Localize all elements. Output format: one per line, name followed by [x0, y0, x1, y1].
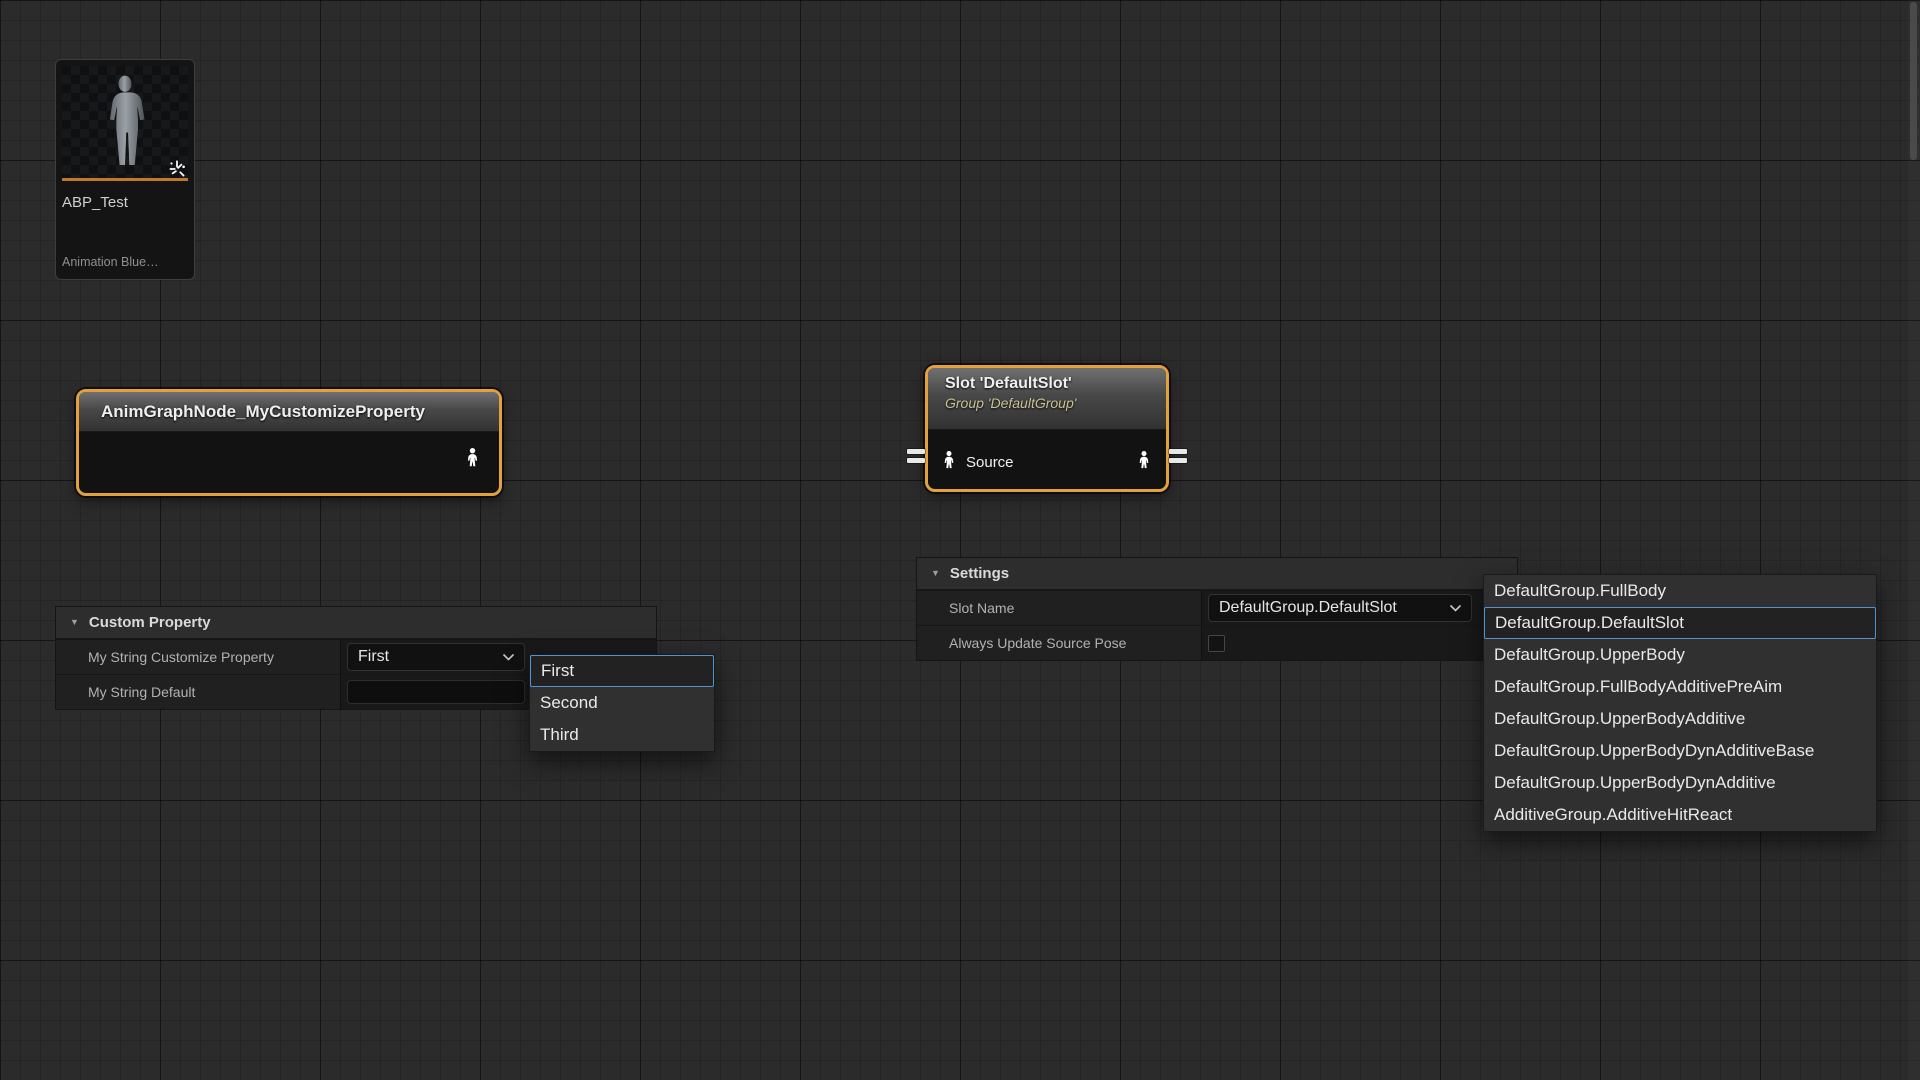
slot-option[interactable]: DefaultGroup.FullBody — [1484, 575, 1876, 607]
my-string-default-input[interactable] — [347, 680, 525, 704]
expander-arrow-icon[interactable]: ▼ — [931, 569, 940, 578]
node-title: AnimGraphNode_MyCustomizeProperty — [101, 402, 425, 422]
slot-option[interactable]: AdditiveGroup.AdditiveHitReact — [1484, 799, 1876, 831]
asset-type-color-bar — [62, 178, 188, 181]
node-subtitle: Group 'DefaultGroup' — [945, 395, 1166, 411]
chevron-down-icon — [1449, 604, 1462, 612]
property-label: My String Default — [56, 675, 341, 709]
property-value-cell — [1202, 626, 1517, 660]
vertical-scrollbar-thumb[interactable] — [1910, 2, 1917, 160]
chevron-down-icon — [502, 653, 515, 661]
node-slot-defaultslot[interactable]: Slot 'DefaultSlot' Group 'DefaultGroup' … — [925, 365, 1169, 492]
my-string-customize-property-dropdown[interactable]: First — [347, 643, 525, 671]
string-dropdown-menu: First Second Third — [529, 654, 715, 752]
sparkle-icon — [166, 158, 188, 178]
property-label: Slot Name — [917, 591, 1202, 625]
mannequin-icon — [98, 74, 152, 178]
settings-panel: ▼ Settings Slot Name DefaultGroup.Defaul… — [916, 557, 1518, 661]
detail-row-slot-name: Slot Name DefaultGroup.DefaultSlot — [917, 590, 1517, 625]
always-update-source-pose-checkbox[interactable] — [1208, 635, 1225, 652]
category-header-custom-property[interactable]: ▼ Custom Property — [56, 607, 656, 639]
dropdown-item-second[interactable]: Second — [530, 687, 714, 719]
dropdown-selected-value: First — [358, 648, 389, 666]
dropdown-item-third[interactable]: Third — [530, 719, 714, 751]
dropdown-selected-value: DefaultGroup.DefaultSlot — [1219, 599, 1397, 617]
output-wire-stub[interactable] — [1169, 449, 1187, 463]
blueprint-graph-canvas[interactable]: ABP_Test Animation Blue… AnimGraphNode_M… — [0, 0, 1920, 1080]
property-label: Always Update Source Pose — [917, 626, 1202, 660]
category-header-label: Settings — [950, 565, 1009, 582]
source-pin-label: Source — [966, 454, 1014, 471]
vertical-scrollbar-track[interactable] — [1908, 0, 1920, 1080]
pose-pin-icon[interactable] — [464, 447, 481, 472]
node-header[interactable]: AnimGraphNode_MyCustomizeProperty — [79, 392, 499, 432]
detail-row-always-update-source-pose: Always Update Source Pose — [917, 625, 1517, 660]
dropdown-item-first[interactable]: First — [530, 655, 714, 687]
property-label: My String Customize Property — [56, 640, 341, 674]
slot-name-dropdown[interactable]: DefaultGroup.DefaultSlot — [1208, 594, 1472, 622]
slot-option[interactable]: DefaultGroup.UpperBodyDynAdditive — [1484, 767, 1876, 799]
asset-thumbnail — [62, 66, 188, 178]
slot-option[interactable]: DefaultGroup.UpperBody — [1484, 639, 1876, 671]
node-title: Slot 'DefaultSlot' — [945, 375, 1166, 393]
node-animgraph-my-customize-property[interactable]: AnimGraphNode_MyCustomizeProperty — [76, 389, 502, 496]
node-body: Source — [928, 430, 1166, 486]
slot-option-selected[interactable]: DefaultGroup.DefaultSlot — [1484, 607, 1876, 639]
slot-name-dropdown-menu: DefaultGroup.FullBody DefaultGroup.Defau… — [1483, 574, 1877, 832]
expander-arrow-icon[interactable]: ▼ — [70, 618, 79, 627]
asset-card-abp-test[interactable]: ABP_Test Animation Blue… — [55, 59, 195, 280]
category-header-settings[interactable]: ▼ Settings — [917, 558, 1517, 590]
node-header[interactable]: Slot 'DefaultSlot' Group 'DefaultGroup' — [928, 368, 1166, 430]
slot-option[interactable]: DefaultGroup.UpperBodyAdditive — [1484, 703, 1876, 735]
asset-title: ABP_Test — [62, 194, 188, 211]
source-pose-pin-icon[interactable] — [941, 450, 957, 474]
slot-option[interactable]: DefaultGroup.FullBodyAdditivePreAim — [1484, 671, 1876, 703]
property-value-cell: DefaultGroup.DefaultSlot — [1202, 591, 1517, 625]
output-pose-pin-icon[interactable] — [1136, 450, 1152, 474]
category-header-label: Custom Property — [89, 614, 211, 631]
asset-subtitle: Animation Blue… — [62, 255, 188, 269]
slot-option[interactable]: DefaultGroup.UpperBodyDynAdditiveBase — [1484, 735, 1876, 767]
input-wire-stub[interactable] — [907, 449, 925, 463]
node-body — [79, 432, 499, 490]
